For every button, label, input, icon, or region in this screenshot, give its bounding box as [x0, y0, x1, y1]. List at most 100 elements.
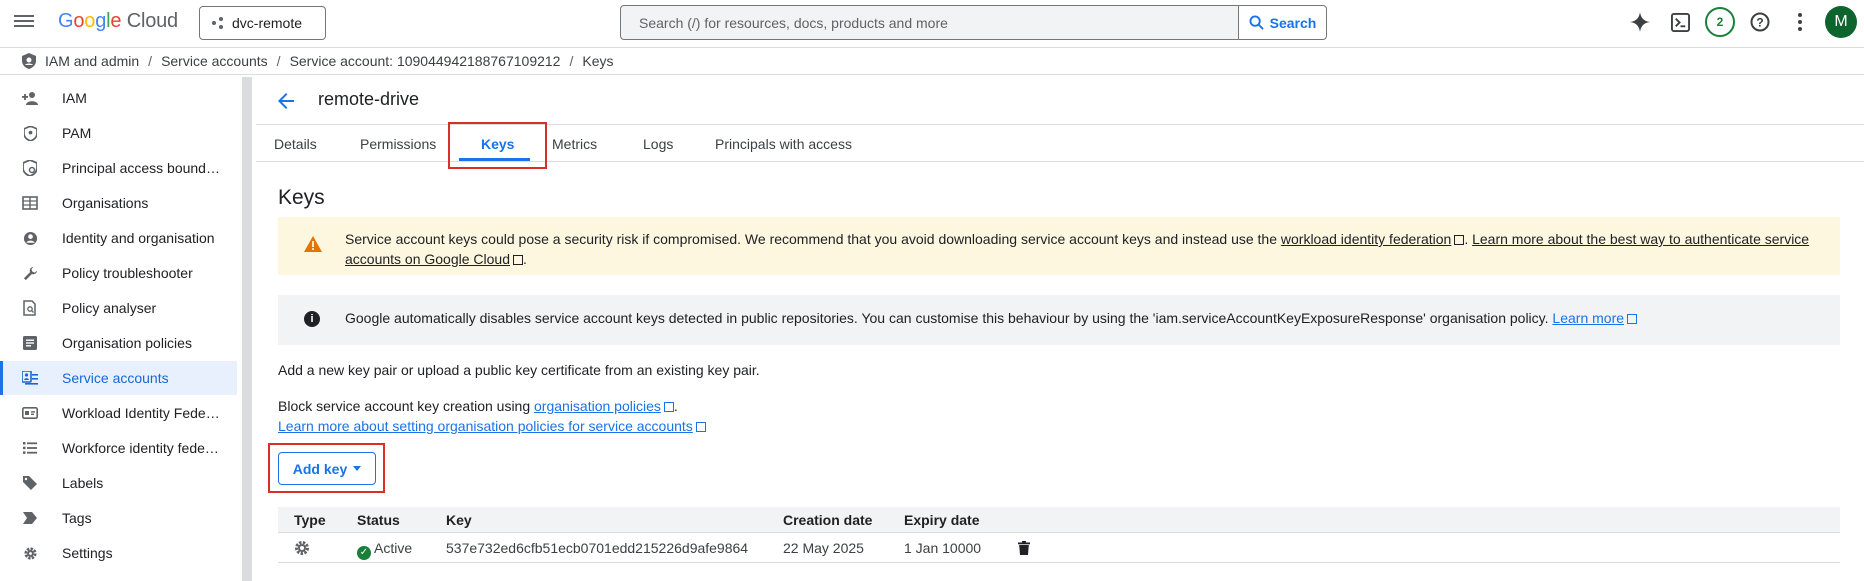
workload-identity-federation-link[interactable]: workload identity federation: [1281, 231, 1451, 247]
sidebar-item-workload-identity-federation[interactable]: Workload Identity Fede…: [0, 396, 237, 430]
org-policies-learn-more: Learn more about setting organisation po…: [278, 418, 706, 434]
keys-tab-highlight: [448, 122, 547, 169]
sidebar-item-service-accounts[interactable]: Service accounts: [0, 361, 237, 395]
search-bar: Search: [620, 5, 1327, 40]
external-link-icon: [1454, 235, 1465, 245]
page-title: remote-drive: [318, 89, 420, 109]
breadcrumb-separator: /: [569, 53, 574, 69]
keys-table-header: Type Status Key Creation date Expiry dat…: [278, 507, 1840, 533]
column-header-expiry-date[interactable]: Expiry date: [904, 512, 979, 528]
org-policies-learn-more-link[interactable]: Learn more about setting organisation po…: [278, 418, 693, 434]
label-icon: [22, 475, 38, 491]
search-input[interactable]: [621, 6, 1238, 39]
notifications-count-badge: 2: [1705, 7, 1735, 37]
sidebar-nav: IAM PAM Principal access bound… Organisa…: [0, 77, 242, 581]
gemini-sparkle-icon[interactable]: [1628, 8, 1652, 36]
add-key-description: Add a new key pair or upload a public ke…: [278, 362, 760, 378]
sidebar-item-tags[interactable]: Tags: [0, 501, 237, 535]
key-creation-date: 22 May 2025: [783, 540, 864, 556]
more-options-icon[interactable]: [1788, 8, 1812, 36]
breadcrumb-keys: Keys: [582, 53, 614, 69]
iam-shield-icon: [22, 53, 36, 69]
breadcrumb: IAM and admin / Service accounts / Servi…: [0, 47, 1864, 75]
document-search-icon: [22, 300, 38, 316]
person-add-icon: [22, 90, 38, 106]
list-icon: [22, 440, 38, 456]
main-menu-icon[interactable]: [14, 12, 34, 32]
cloud-shell-icon[interactable]: [1668, 8, 1692, 36]
tag-icon: [22, 510, 38, 526]
gear-icon: [22, 545, 38, 561]
svg-text:?: ?: [1756, 16, 1763, 30]
breadcrumb-service-account[interactable]: Service account: 109044942188767109212: [290, 53, 561, 69]
sidebar-item-organisation-policies[interactable]: Organisation policies: [0, 326, 237, 360]
service-account-icon: [22, 370, 38, 386]
external-link-icon: [513, 255, 523, 265]
table-row: ✓ Active 537e732ed6cfb51ecb0701edd215226d…: [278, 533, 1840, 563]
sidebar-item-workforce-identity-federation[interactable]: Workforce identity fede…: [0, 431, 237, 465]
tab-logs[interactable]: Logs: [643, 125, 673, 162]
check-circle-icon: ✓: [357, 546, 371, 560]
account-circle-icon: [22, 230, 38, 246]
shield-icon: [22, 125, 38, 141]
search-button[interactable]: Search: [1238, 6, 1326, 39]
id-card-icon: [22, 405, 38, 421]
info-banner-text: Google automatically disables service ac…: [345, 310, 1638, 326]
tab-metrics[interactable]: Metrics: [552, 125, 597, 162]
top-bar: Google Cloud dvc-remote Search 2 ? M: [0, 0, 1864, 44]
sidebar-item-policy-troubleshooter[interactable]: Policy troubleshooter: [0, 256, 237, 290]
breadcrumb-service-accounts[interactable]: Service accounts: [161, 53, 268, 69]
warning-icon: [304, 236, 322, 252]
project-name: dvc-remote: [232, 15, 303, 31]
help-icon[interactable]: ?: [1748, 8, 1772, 36]
key-id: 537e732ed6cfb51ecb0701edd215226d9afe9864: [446, 540, 749, 556]
info-banner: i Google automatically disables service …: [278, 295, 1840, 345]
column-header-creation-date[interactable]: Creation date: [783, 512, 872, 528]
breadcrumb-iam-admin[interactable]: IAM and admin: [45, 53, 139, 69]
sidebar-scrollbar[interactable]: [242, 77, 252, 581]
delete-icon[interactable]: [1018, 541, 1030, 555]
notifications-button[interactable]: 2: [1704, 7, 1736, 37]
sidebar-item-identity-organisation[interactable]: Identity and organisation: [0, 221, 237, 255]
sidebar-item-principal-access-boundary[interactable]: Principal access bound…: [0, 151, 237, 185]
column-header-key[interactable]: Key: [446, 512, 472, 528]
sidebar-item-policy-analyser[interactable]: Policy analyser: [0, 291, 237, 325]
sidebar-item-labels[interactable]: Labels: [0, 466, 237, 500]
external-link-icon: [663, 402, 674, 412]
key-expiry-date: 1 Jan 10000: [904, 540, 982, 556]
column-header-status[interactable]: Status: [357, 512, 400, 528]
external-link-icon: [1627, 314, 1638, 324]
google-cloud-logo[interactable]: Google Cloud: [58, 10, 178, 33]
sidebar-item-organisations[interactable]: Organisations: [0, 186, 237, 220]
tab-details[interactable]: Details: [274, 125, 317, 162]
security-warning-text: Service account keys could pose a securi…: [345, 231, 1810, 267]
building-icon: [22, 195, 38, 211]
organisation-policies-link[interactable]: organisation policies: [534, 398, 661, 414]
key-status: ✓ Active: [357, 540, 412, 560]
back-arrow-icon[interactable]: [274, 89, 298, 113]
breadcrumb-separator: /: [148, 53, 153, 69]
avatar[interactable]: M: [1825, 6, 1857, 38]
key-exposure-learn-more-link[interactable]: Learn more: [1552, 310, 1624, 326]
security-warning-banner: Service account keys could pose a securi…: [278, 217, 1840, 275]
article-icon: [22, 335, 38, 351]
column-header-type[interactable]: Type: [294, 512, 326, 528]
external-link-icon: [695, 422, 706, 432]
sidebar-item-iam[interactable]: IAM: [0, 81, 237, 115]
policy-shield-icon: [22, 160, 38, 176]
project-picker[interactable]: dvc-remote: [199, 6, 326, 40]
section-title: Keys: [278, 186, 325, 209]
tab-principals-with-access[interactable]: Principals with access: [715, 125, 852, 162]
page-header: remote-drive: [256, 77, 1864, 125]
gear-key-icon: [295, 541, 309, 555]
sidebar-item-pam[interactable]: PAM: [0, 116, 237, 150]
block-key-creation-text: Block service account key creation using…: [278, 398, 678, 414]
tab-permissions[interactable]: Permissions: [360, 125, 436, 162]
project-icon: [212, 17, 224, 29]
info-icon: i: [304, 311, 320, 327]
wrench-icon: [22, 265, 38, 281]
add-key-highlight: [268, 443, 385, 493]
breadcrumb-separator: /: [276, 53, 281, 69]
sidebar-item-settings[interactable]: Settings: [0, 536, 237, 570]
search-icon: [1249, 15, 1264, 30]
